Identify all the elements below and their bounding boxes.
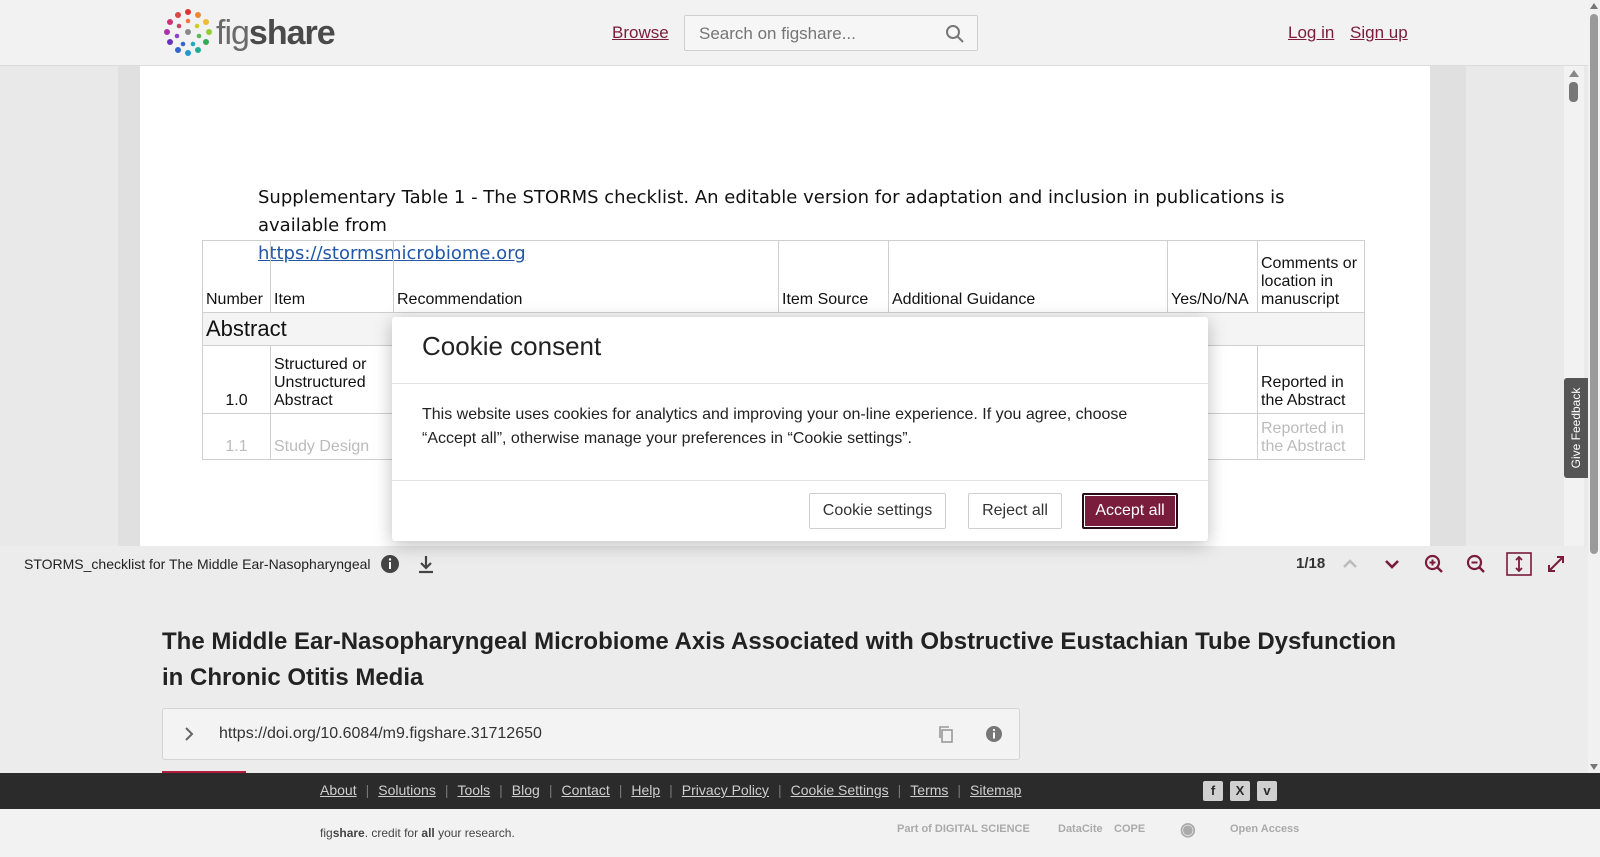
doi-box: https://doi.org/10.6084/m9.figshare.3171…	[162, 708, 1020, 760]
cookie-settings-button[interactable]: Cookie settings	[809, 493, 946, 529]
page-scrollbar-thumb[interactable]	[1590, 14, 1598, 554]
footer-link-cookie-settings[interactable]: Cookie Settings	[791, 782, 889, 798]
footer-link-contact[interactable]: Contact	[561, 782, 609, 798]
col-number: Number	[202, 240, 271, 313]
download-icon[interactable]	[416, 554, 436, 574]
fit-height-icon[interactable]	[1506, 552, 1532, 576]
article-title: The Middle Ear-Nasopharyngeal Microbiome…	[162, 628, 1397, 691]
search-box[interactable]	[684, 15, 978, 51]
globe-logo-icon[interactable]: ◉	[1180, 819, 1196, 840]
page-scroll-up-icon[interactable]	[1590, 3, 1598, 9]
footer-link-terms[interactable]: Terms	[910, 782, 948, 798]
col-item-source: Item Source	[778, 240, 889, 313]
give-feedback-button[interactable]: Give Feedback	[1564, 378, 1588, 478]
site-header: figshare Browse Log in Sign up	[0, 0, 1588, 66]
footer-link-about[interactable]: About	[320, 782, 357, 798]
footer-link-tools[interactable]: Tools	[457, 782, 490, 798]
info-icon[interactable]	[380, 554, 400, 574]
cope-logo[interactable]: COPE	[1114, 823, 1145, 835]
row-number: 1.0	[202, 345, 271, 414]
feedback-label: Give Feedback	[1569, 387, 1583, 469]
scrollbar-thumb[interactable]	[1569, 82, 1578, 102]
x-twitter-icon[interactable]: X	[1230, 781, 1250, 801]
row-item: Structured or Unstructured Abstract	[270, 345, 394, 414]
search-icon[interactable]	[945, 24, 965, 44]
cookie-body: This website uses cookies for analytics …	[422, 406, 1128, 447]
row-number: 1.1	[202, 413, 271, 460]
footer-tagline: figshare. credit for all your research.	[320, 826, 515, 840]
signup-link[interactable]: Sign up	[1350, 23, 1408, 43]
datacite-logo[interactable]: DataCite	[1058, 823, 1103, 835]
footer-link-privacy[interactable]: Privacy Policy	[682, 782, 769, 798]
chevron-right-icon[interactable]	[181, 725, 197, 743]
footer-link-solutions[interactable]: Solutions	[378, 782, 436, 798]
row-comment: Reported in the Abstract	[1257, 413, 1365, 460]
figshare-logo[interactable]: figshare	[162, 8, 336, 58]
doi-link[interactable]: https://doi.org/10.6084/m9.figshare.3171…	[219, 725, 542, 743]
table-header-row: Number Item Recommendation Item Source A…	[202, 240, 1365, 313]
col-yes-no-na: Yes/No/NA	[1167, 240, 1258, 313]
scroll-up-arrow-icon[interactable]	[1569, 70, 1579, 77]
page-scrollbar[interactable]	[1588, 0, 1600, 773]
col-recommendation: Recommendation	[393, 240, 779, 313]
footer-link-sitemap[interactable]: Sitemap	[970, 782, 1021, 798]
footer-nav: About | Solutions | Tools | Blog | Contact | …	[0, 773, 1600, 809]
file-name: STORMS_checklist for The Middle Ear-Naso…	[24, 556, 371, 572]
facebook-icon[interactable]: f	[1203, 781, 1223, 801]
digital-science-logo[interactable]: Part of DIGITAL SCIENCE	[897, 823, 1030, 835]
row-item: Study Design	[270, 413, 394, 460]
zoom-in-icon[interactable]	[1424, 554, 1444, 574]
viewer-toolbar: STORMS_checklist for The Middle Ear-Naso…	[0, 546, 1588, 582]
col-additional-guidance: Additional Guidance	[888, 240, 1168, 313]
zoom-out-icon[interactable]	[1466, 554, 1486, 574]
footer-bottom: figshare. credit for all your research. …	[0, 809, 1600, 857]
figshare-logo-icon	[164, 9, 212, 56]
divider	[392, 383, 1208, 384]
open-access-logo[interactable]: Open Access	[1230, 823, 1299, 835]
search-input[interactable]	[699, 24, 929, 44]
footer-link-help[interactable]: Help	[631, 782, 660, 798]
vimeo-icon[interactable]: v	[1257, 781, 1277, 801]
copy-icon[interactable]	[937, 725, 955, 743]
col-comments: Comments or location in manuscript	[1257, 240, 1365, 313]
browse-link[interactable]: Browse	[612, 23, 669, 43]
logo-wordmark: figshare	[216, 13, 336, 52]
page-scroll-down-icon[interactable]	[1590, 764, 1598, 770]
reject-all-button[interactable]: Reject all	[968, 493, 1062, 529]
login-link[interactable]: Log in	[1288, 23, 1334, 43]
next-page-icon[interactable]	[1382, 554, 1402, 574]
footer-link-blog[interactable]: Blog	[512, 782, 540, 798]
fullscreen-icon[interactable]	[1546, 554, 1566, 574]
divider	[392, 480, 1208, 481]
accept-all-button[interactable]: Accept all	[1082, 493, 1178, 529]
cookie-consent-dialog: Cookie consent This website uses cookies…	[392, 317, 1208, 541]
cookie-title: Cookie consent	[422, 331, 602, 361]
doi-info-icon[interactable]	[985, 725, 1003, 743]
prev-page-icon[interactable]	[1340, 554, 1360, 574]
footer-links: About | Solutions | Tools | Blog | Contact | …	[320, 782, 1022, 798]
page-counter: 1/18	[1296, 555, 1326, 572]
col-item: Item	[270, 240, 394, 313]
row-comment: Reported in the Abstract	[1257, 345, 1365, 414]
